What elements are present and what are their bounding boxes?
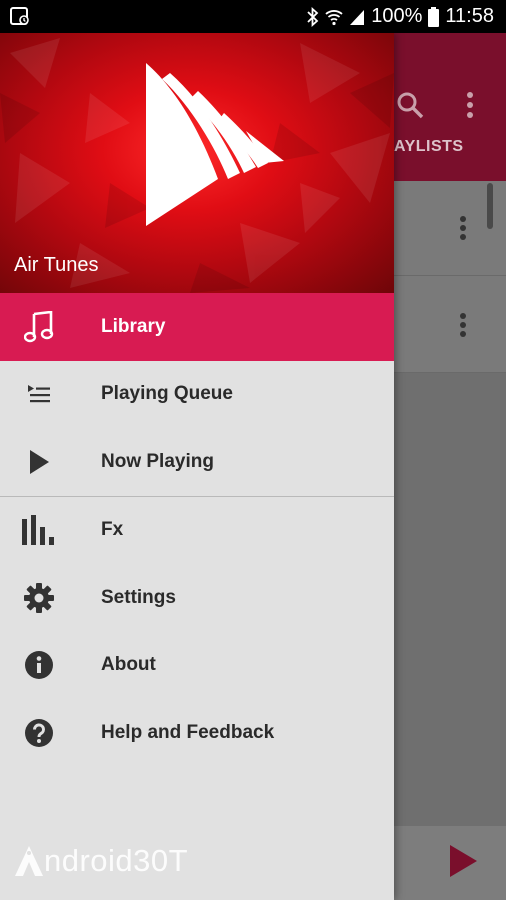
- drawer-item-label: Help and Feedback: [101, 721, 275, 743]
- battery-icon: [428, 6, 440, 27]
- watermark: ndroid30T: [14, 843, 188, 879]
- drawer-item-about[interactable]: About: [0, 632, 394, 700]
- navigation-drawer: Air Tunes Library Playing Queue Now Play…: [0, 33, 394, 900]
- play-icon: [22, 445, 56, 479]
- drawer-item-help-feedback[interactable]: Help and Feedback: [0, 699, 394, 767]
- screenshot-icon: [10, 7, 29, 25]
- help-icon: [22, 716, 56, 750]
- app-name: Air Tunes: [14, 254, 99, 276]
- bluetooth-icon: [307, 6, 319, 27]
- drawer-item-settings[interactable]: Settings: [0, 564, 394, 632]
- battery-percent: 100%: [371, 5, 423, 27]
- wifi-icon: [325, 9, 343, 25]
- drawer-item-playing-queue[interactable]: Playing Queue: [0, 361, 394, 429]
- info-icon: [22, 648, 56, 682]
- drawer-item-label: Now Playing: [101, 450, 214, 472]
- drawer-menu: Library Playing Queue Now Playing Fx Set…: [0, 293, 394, 767]
- drawer-item-label: Fx: [101, 519, 124, 541]
- status-bar: 100% 11:58: [0, 0, 506, 33]
- more-vert-icon[interactable]: [459, 215, 467, 241]
- watermark-text: ndroid30T: [44, 843, 189, 878]
- play-icon[interactable]: [448, 844, 478, 878]
- watermark-a-logo: [15, 846, 43, 876]
- drawer-item-fx[interactable]: Fx: [0, 497, 394, 565]
- scrollbar[interactable]: [487, 183, 493, 229]
- drawer-item-now-playing[interactable]: Now Playing: [0, 428, 394, 496]
- queue-icon: [22, 377, 56, 411]
- gear-icon: [22, 581, 56, 615]
- clock: 11:58: [445, 5, 494, 27]
- tab-playlists[interactable]: AYLISTS: [394, 138, 464, 156]
- more-vert-icon[interactable]: [466, 91, 474, 119]
- drawer-item-label: Settings: [101, 586, 176, 608]
- drawer-item-label: Playing Queue: [101, 383, 233, 405]
- app-logo-icon: [146, 63, 284, 226]
- drawer-item-label: About: [101, 654, 156, 676]
- drawer-header: Air Tunes: [0, 33, 394, 293]
- drawer-item-label: Library: [101, 315, 166, 337]
- more-vert-icon[interactable]: [459, 312, 467, 338]
- signal-icon: [350, 9, 365, 25]
- drawer-item-library[interactable]: Library: [0, 293, 394, 361]
- search-icon[interactable]: [396, 91, 424, 119]
- music-note-icon: [22, 310, 56, 344]
- equalizer-icon: [22, 513, 56, 547]
